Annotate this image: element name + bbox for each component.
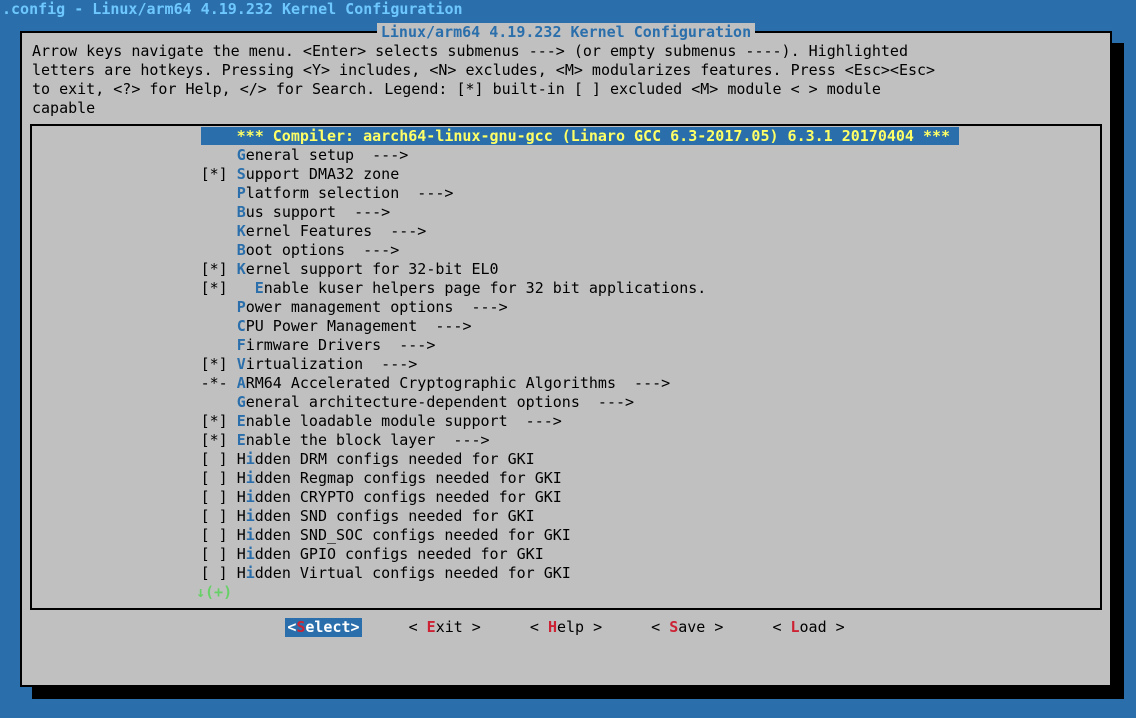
menu-item[interactable]: [ ] Hidden CRYPTO configs needed for GKI [38, 488, 1094, 507]
menu-item-label: upport DMA32 zone [246, 165, 400, 183]
help-button[interactable]: < Help > [528, 618, 604, 637]
menu-item[interactable]: [ ] Hidden DRM configs needed for GKI [38, 450, 1094, 469]
hotkey: G [237, 393, 246, 411]
menu-item-label: PU Power Management ---> [246, 317, 472, 335]
menu-item[interactable]: -*- ARM64 Accelerated Cryptographic Algo… [38, 374, 1094, 393]
dialog-title: Linux/arm64 4.19.232 Kernel Configuratio… [377, 23, 755, 42]
cursor-icon [201, 128, 210, 145]
menu-item[interactable]: [ ] Hidden SND configs needed for GKI [38, 507, 1094, 526]
hotkey: P [237, 184, 246, 202]
menu-item-label: eneral architecture-dependent options --… [246, 393, 634, 411]
menu-item[interactable]: [*] Enable loadable module support ---> [38, 412, 1094, 431]
menu-item[interactable]: Bus support ---> [38, 203, 1094, 222]
hotkey: E [237, 412, 246, 430]
hotkey: B [237, 241, 246, 259]
more-indicator-icon: ↓(+) [38, 583, 1094, 602]
menu-panel[interactable]: *** Compiler: aarch64-linux-gnu-gcc (Lin… [30, 124, 1102, 610]
menu-item-label: eneral setup ---> [246, 146, 409, 164]
dialog-container: Linux/arm64 4.19.232 Kernel Configuratio… [20, 31, 1136, 687]
menu-item[interactable]: Boot options ---> [38, 241, 1094, 260]
menu-item-label: oot options ---> [246, 241, 400, 259]
hotkey: S [237, 165, 246, 183]
menu-item-label: irmware Drivers ---> [246, 336, 436, 354]
hotkey: F [237, 336, 246, 354]
menu-item[interactable]: [*] Enable the block layer ---> [38, 431, 1094, 450]
menu-item[interactable]: [ ] Hidden SND_SOC configs needed for GK… [38, 526, 1094, 545]
hotkey: A [237, 374, 246, 392]
menu-item-label: dden GPIO configs needed for GKI [255, 545, 544, 563]
menu-item-label: dden SND_SOC configs needed for GKI [255, 526, 571, 544]
hotkey: P [237, 298, 246, 316]
menu-item[interactable]: [ ] Hidden GPIO configs needed for GKI [38, 545, 1094, 564]
menu-item[interactable]: Platform selection ---> [38, 184, 1094, 203]
menu-item[interactable]: Power management options ---> [38, 298, 1094, 317]
menu-item-label: nable loadable module support ---> [246, 412, 562, 430]
hotkey: E [255, 279, 264, 297]
menu-item-label: dden Regmap configs needed for GKI [255, 469, 562, 487]
window-title: .config - Linux/arm64 4.19.232 Kernel Co… [0, 0, 1136, 19]
menu-item-label: *** Compiler: aarch64-linux-gnu-gcc (Lin… [237, 127, 950, 145]
menu-item[interactable]: [*] Kernel support for 32-bit EL0 [38, 260, 1094, 279]
menu-item-label: RM64 Accelerated Cryptographic Algorithm… [246, 374, 670, 392]
menu-item[interactable]: [ ] Hidden Virtual configs needed for GK… [38, 564, 1094, 583]
hotkey: i [246, 469, 255, 487]
menu-item-label: irtualization ---> [246, 355, 418, 373]
help-line: Arrow keys navigate the menu. <Enter> se… [32, 42, 1100, 61]
help-line: letters are hotkeys. Pressing <Y> includ… [32, 61, 1100, 80]
menu-item[interactable]: [*] Support DMA32 zone [38, 165, 1094, 184]
menu-item-label: dden SND configs needed for GKI [255, 507, 535, 525]
menu-item[interactable]: CPU Power Management ---> [38, 317, 1094, 336]
hotkey: E [237, 431, 246, 449]
select-button[interactable]: <Select> [285, 618, 361, 637]
hotkey: B [237, 203, 246, 221]
hotkey: i [246, 507, 255, 525]
menu-item-label: ower management options ---> [246, 298, 508, 316]
menu-item-label: dden Virtual configs needed for GKI [255, 564, 571, 582]
hotkey: i [246, 450, 255, 468]
menu-item-label: ernel support for 32-bit EL0 [246, 260, 499, 278]
dialog-title-row: Linux/arm64 4.19.232 Kernel Configuratio… [30, 23, 1102, 42]
menu-item-label: nable the block layer ---> [246, 431, 490, 449]
menu-item[interactable]: *** Compiler: aarch64-linux-gnu-gcc (Lin… [38, 127, 959, 146]
menu-item[interactable]: [*] Virtualization ---> [38, 355, 1094, 374]
menu-item[interactable]: Firmware Drivers ---> [38, 336, 1094, 355]
hotkey: i [246, 526, 255, 544]
save-button[interactable]: < Save > [649, 618, 725, 637]
hotkey: G [237, 146, 246, 164]
hotkey: C [237, 317, 246, 335]
hotkey: i [246, 545, 255, 563]
hotkey: V [237, 355, 246, 373]
hotkey: i [246, 488, 255, 506]
dialog: Linux/arm64 4.19.232 Kernel Configuratio… [20, 31, 1112, 687]
menu-item-label: dden CRYPTO configs needed for GKI [255, 488, 562, 506]
menu-item[interactable]: [*] Enable kuser helpers page for 32 bit… [38, 279, 1094, 298]
exit-button[interactable]: < Exit > [407, 618, 483, 637]
menu-item-label: dden DRM configs needed for GKI [255, 450, 535, 468]
hotkey: i [246, 564, 255, 582]
hotkey: K [237, 260, 246, 278]
menu-item-label: nable kuser helpers page for 32 bit appl… [264, 279, 707, 297]
help-line: capable [32, 99, 1100, 118]
menu-item[interactable]: [ ] Hidden Regmap configs needed for GKI [38, 469, 1094, 488]
menu-item[interactable]: Kernel Features ---> [38, 222, 1094, 241]
help-line: to exit, <?> for Help, </> for Search. L… [32, 80, 1100, 99]
load-button[interactable]: < Load > [770, 618, 846, 637]
button-row: <Select> < Exit > < Help > < Save > < Lo… [30, 616, 1102, 639]
menu-item-label: us support ---> [246, 203, 391, 221]
menu-item-label: ernel Features ---> [246, 222, 427, 240]
menu-item-label: latform selection ---> [246, 184, 454, 202]
menu-item[interactable]: General setup ---> [38, 146, 1094, 165]
hotkey: K [237, 222, 246, 240]
help-text: Arrow keys navigate the menu. <Enter> se… [30, 42, 1102, 124]
menu-item[interactable]: General architecture-dependent options -… [38, 393, 1094, 412]
